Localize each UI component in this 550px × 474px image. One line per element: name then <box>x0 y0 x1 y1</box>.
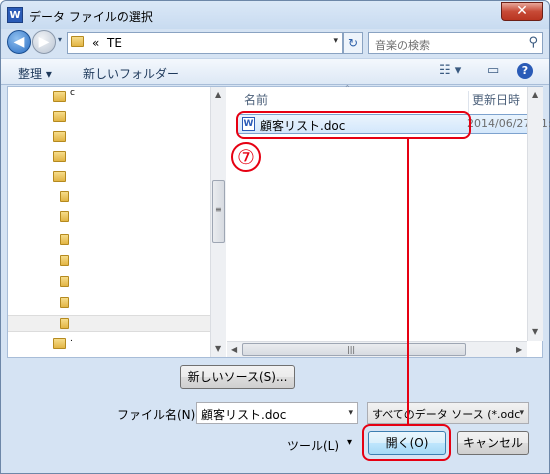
tree-item-label: c <box>70 88 75 98</box>
grip-icon: ≡ <box>215 205 222 214</box>
view-options-icon[interactable]: ☷ ▾ <box>439 63 461 78</box>
cancel-button[interactable]: キャンセル <box>457 431 529 455</box>
scroll-thumb[interactable]: ≡ <box>212 180 225 243</box>
grip-icon: ||| <box>347 345 356 354</box>
tree-folder-icon[interactable] <box>60 255 69 266</box>
title-bar: W データ ファイルの選択 ✕ <box>1 1 549 29</box>
scroll-up-icon[interactable]: ▲ <box>215 90 221 99</box>
close-button[interactable]: ✕ <box>501 2 543 21</box>
column-header-modified[interactable]: 更新日時 <box>468 91 520 113</box>
scroll-down-icon[interactable]: ▼ <box>215 344 221 353</box>
tree-folder-icon[interactable] <box>60 318 69 329</box>
step-number-badge: ⑦ <box>231 142 261 172</box>
tree-folder-icon[interactable] <box>53 91 66 102</box>
tree-folder-icon[interactable] <box>60 191 69 202</box>
tree-folder-icon[interactable] <box>53 131 66 142</box>
address-text: TE <box>106 36 122 50</box>
tree-folder-icon[interactable] <box>53 151 66 162</box>
annotation-connector <box>407 139 409 425</box>
scroll-down-icon[interactable]: ▼ <box>532 327 538 336</box>
file-type-value: すべてのデータ ソース (*.odc <box>372 408 521 421</box>
tree-folder-icon[interactable] <box>60 276 69 287</box>
file-horizontal-scrollbar[interactable]: ◀ ||| ▶ <box>227 341 527 357</box>
tree-folder-icon[interactable] <box>60 297 69 308</box>
file-vertical-scrollbar[interactable]: ▲ ▼ <box>527 87 543 341</box>
word-app-icon: W <box>7 7 23 23</box>
tree-vertical-scrollbar[interactable]: ▲ ≡ ▼ <box>210 87 226 357</box>
new-folder-button[interactable]: 新しいフォルダー <box>83 65 179 82</box>
tree-item-label: . <box>70 334 73 344</box>
file-dialog-window: W データ ファイルの選択 ✕ ◀ ▶ ▾ « TE ▾ ↻ 音楽の検索 ⚲ 整… <box>0 0 550 474</box>
organize-button[interactable]: 整理 ▾ <box>18 65 52 82</box>
scroll-right-icon[interactable]: ▶ <box>516 345 522 354</box>
address-dropdown-icon[interactable]: ▾ <box>333 36 338 46</box>
column-header-name[interactable]: 名前 <box>244 91 268 113</box>
tree-folder-icon[interactable] <box>53 111 66 122</box>
help-icon[interactable]: ? <box>517 63 533 79</box>
tree-folder-icon[interactable] <box>53 171 66 182</box>
folder-icon <box>71 36 84 47</box>
chevron-down-icon[interactable]: ▾ <box>519 408 524 418</box>
chevron-down-icon[interactable]: ▾ <box>348 408 353 418</box>
redacted-path <box>168 37 328 50</box>
command-toolbar: 整理 ▾ 新しいフォルダー ☷ ▾ ▭ ? <box>1 58 549 85</box>
scroll-left-icon[interactable]: ◀ <box>231 345 237 354</box>
highlight-file-row <box>236 111 471 139</box>
new-source-button[interactable]: 新しいソース(S)... <box>180 365 295 389</box>
scroll-thumb[interactable]: ||| <box>242 343 466 356</box>
forward-button[interactable]: ▶ <box>32 30 56 54</box>
highlight-open-button <box>362 424 451 461</box>
filename-label: ファイル名(N): <box>117 408 200 422</box>
tree-folder-icon[interactable] <box>60 234 69 245</box>
sort-ascending-icon: ⌃ <box>344 84 351 93</box>
window-title: データ ファイルの選択 <box>29 10 153 24</box>
refresh-button[interactable]: ↻ <box>343 32 363 54</box>
preview-pane-icon[interactable]: ▭ <box>487 63 499 78</box>
back-button[interactable]: ◀ <box>7 30 31 54</box>
address-path: « TE <box>92 36 122 50</box>
search-placeholder: 音楽の検索 <box>375 39 430 52</box>
navigation-bar: ◀ ▶ ▾ « TE ▾ ↻ 音楽の検索 ⚲ <box>1 29 549 57</box>
recent-pages-icon[interactable]: ▾ <box>58 35 62 44</box>
filename-field[interactable]: 顧客リスト.doc ▾ <box>196 402 358 424</box>
scroll-up-icon[interactable]: ▲ <box>532 90 538 99</box>
tree-folder-icon[interactable] <box>53 338 66 349</box>
tools-button[interactable]: ツール(L) <box>287 437 339 454</box>
tree-selected-item[interactable] <box>8 315 211 332</box>
address-bar[interactable]: « TE ▾ <box>67 32 343 54</box>
tree-folder-icon[interactable] <box>60 211 69 222</box>
file-type-select[interactable]: すべてのデータ ソース (*.odc ▾ <box>367 402 529 424</box>
filename-value: 顧客リスト.doc <box>201 408 287 422</box>
address-prefix: « <box>92 36 100 50</box>
chevron-down-icon[interactable]: ▾ <box>347 437 352 448</box>
navigation-tree: c . ▲ ≡ ▼ <box>8 87 226 357</box>
search-input[interactable]: 音楽の検索 ⚲ <box>368 32 543 54</box>
search-icon[interactable]: ⚲ <box>528 35 538 50</box>
